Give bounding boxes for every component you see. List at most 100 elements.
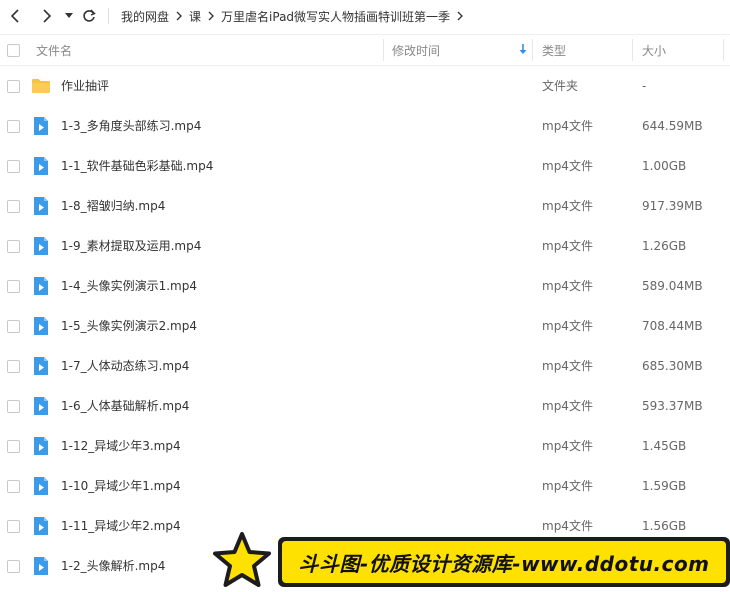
file-row[interactable]: 1-7_人体动态练习.mp4 mp4文件 685.30MB bbox=[0, 346, 730, 386]
file-name[interactable]: 1-12_异域少年3.mp4 bbox=[61, 426, 181, 466]
breadcrumb-separator-icon bbox=[457, 11, 463, 21]
watermark-box: 斗斗图-优质设计资源库-www.ddotu.com bbox=[278, 537, 730, 587]
row-checkbox[interactable] bbox=[7, 240, 20, 253]
row-checkbox[interactable] bbox=[7, 560, 20, 573]
file-name[interactable]: 1-11_异域少年2.mp4 bbox=[61, 506, 181, 546]
breadcrumb-separator-icon bbox=[176, 11, 182, 21]
back-button[interactable] bbox=[4, 5, 26, 27]
breadcrumb-item-course[interactable]: 课 bbox=[189, 8, 201, 25]
star-icon bbox=[213, 532, 271, 587]
file-name[interactable]: 1-9_素材提取及运用.mp4 bbox=[61, 226, 201, 266]
file-row[interactable]: 1-6_人体基础解析.mp4 mp4文件 593.37MB bbox=[0, 386, 730, 426]
video-file-icon bbox=[31, 236, 51, 256]
row-checkbox[interactable] bbox=[7, 360, 20, 373]
file-size: 1.45GB bbox=[642, 439, 687, 453]
row-checkbox[interactable] bbox=[7, 200, 20, 213]
caret-down-icon bbox=[65, 13, 73, 18]
file-name[interactable]: 1-8_褶皱归纳.mp4 bbox=[61, 186, 165, 226]
row-checkbox[interactable] bbox=[7, 80, 20, 93]
video-file-icon bbox=[31, 356, 51, 376]
file-type: mp4文件 bbox=[542, 279, 593, 293]
row-checkbox[interactable] bbox=[7, 160, 20, 173]
video-file-icon bbox=[31, 156, 51, 176]
file-type: 文件夹 bbox=[542, 79, 579, 93]
row-checkbox[interactable] bbox=[7, 520, 20, 533]
row-checkbox[interactable] bbox=[7, 320, 20, 333]
video-file-icon bbox=[31, 436, 51, 456]
file-row[interactable]: 1-9_素材提取及运用.mp4 mp4文件 1.26GB bbox=[0, 226, 730, 266]
video-file-icon bbox=[31, 396, 51, 416]
column-header-type[interactable]: 类型 bbox=[542, 35, 566, 65]
file-row[interactable]: 1-5_头像实例演示2.mp4 mp4文件 708.44MB bbox=[0, 306, 730, 346]
file-size: 685.30MB bbox=[642, 359, 703, 373]
file-name[interactable]: 1-7_人体动态练习.mp4 bbox=[61, 346, 189, 386]
watermark-text: 斗斗图-优质设计资源库-www.ddotu.com bbox=[298, 551, 710, 576]
file-row[interactable]: 1-3_多角度头部练习.mp4 mp4文件 644.59MB bbox=[0, 106, 730, 146]
file-row[interactable]: 1-8_褶皱归纳.mp4 mp4文件 917.39MB bbox=[0, 186, 730, 226]
video-file-icon bbox=[31, 316, 51, 336]
video-file-icon bbox=[31, 556, 51, 576]
file-name[interactable]: 1-5_头像实例演示2.mp4 bbox=[61, 306, 197, 346]
navigation-bar: 我的网盘 课 万里虐名iPad微写实人物插画特训班第一季 bbox=[0, 0, 730, 32]
breadcrumb-item-root[interactable]: 我的网盘 bbox=[121, 8, 169, 25]
file-name[interactable]: 1-2_头像解析.mp4 bbox=[61, 546, 165, 586]
file-size: - bbox=[642, 79, 647, 93]
file-type: mp4文件 bbox=[542, 159, 593, 173]
chevron-right-icon bbox=[43, 9, 52, 23]
history-dropdown-button[interactable] bbox=[62, 5, 76, 27]
file-name[interactable]: 1-6_人体基础解析.mp4 bbox=[61, 386, 189, 426]
file-row[interactable]: 1-4_头像实例演示1.mp4 mp4文件 589.04MB bbox=[0, 266, 730, 306]
nav-divider bbox=[108, 8, 109, 24]
refresh-button[interactable] bbox=[78, 5, 100, 27]
file-name[interactable]: 1-10_异域少年1.mp4 bbox=[61, 466, 181, 506]
column-header-mtime[interactable]: 修改时间 bbox=[392, 35, 440, 65]
column-divider bbox=[723, 39, 724, 61]
video-file-icon bbox=[31, 116, 51, 136]
breadcrumb: 我的网盘 课 万里虐名iPad微写实人物插画特训班第一季 bbox=[121, 8, 470, 25]
file-type: mp4文件 bbox=[542, 199, 593, 213]
file-type: mp4文件 bbox=[542, 439, 593, 453]
file-list: 作业抽评 文件夹 - 1-3_多角度头部练习.mp4 mp4文件 644.59MB 1-1_… bbox=[0, 66, 730, 586]
file-type: mp4文件 bbox=[542, 119, 593, 133]
file-type: mp4文件 bbox=[542, 319, 593, 333]
column-header-name[interactable]: 文件名 bbox=[36, 35, 72, 65]
file-type: mp4文件 bbox=[542, 359, 593, 373]
file-name[interactable]: 1-1_软件基础色彩基础.mp4 bbox=[61, 146, 213, 186]
file-row[interactable]: 1-12_异域少年3.mp4 mp4文件 1.45GB bbox=[0, 426, 730, 466]
file-type: mp4文件 bbox=[542, 239, 593, 253]
sort-descending-icon bbox=[519, 44, 527, 58]
file-size: 644.59MB bbox=[642, 119, 703, 133]
file-type: mp4文件 bbox=[542, 399, 593, 413]
row-checkbox[interactable] bbox=[7, 280, 20, 293]
column-divider bbox=[632, 39, 633, 61]
folder-icon bbox=[31, 76, 51, 96]
row-checkbox[interactable] bbox=[7, 400, 20, 413]
row-checkbox[interactable] bbox=[7, 440, 20, 453]
file-size: 1.00GB bbox=[642, 159, 687, 173]
file-name[interactable]: 作业抽评 bbox=[61, 66, 109, 106]
file-row[interactable]: 作业抽评 文件夹 - bbox=[0, 66, 730, 106]
video-file-icon bbox=[31, 516, 51, 536]
refresh-icon bbox=[83, 9, 96, 22]
row-checkbox[interactable] bbox=[7, 480, 20, 493]
watermark-inner: 斗斗图-优质设计资源库-www.ddotu.com bbox=[282, 541, 726, 583]
column-divider bbox=[532, 39, 533, 61]
file-row[interactable]: 1-10_异域少年1.mp4 mp4文件 1.59GB bbox=[0, 466, 730, 506]
file-list-header: 文件名 修改时间 类型 大小 bbox=[0, 34, 730, 66]
file-size: 708.44MB bbox=[642, 319, 703, 333]
forward-button[interactable] bbox=[36, 5, 58, 27]
file-size: 1.26GB bbox=[642, 239, 687, 253]
row-checkbox[interactable] bbox=[7, 120, 20, 133]
file-type: mp4文件 bbox=[542, 479, 593, 493]
file-name[interactable]: 1-3_多角度头部练习.mp4 bbox=[61, 106, 201, 146]
video-file-icon bbox=[31, 476, 51, 496]
watermark-banner: 斗斗图-优质设计资源库-www.ddotu.com bbox=[210, 530, 730, 592]
file-size: 593.37MB bbox=[642, 399, 703, 413]
breadcrumb-item-current[interactable]: 万里虐名iPad微写实人物插画特训班第一季 bbox=[221, 8, 450, 25]
select-all-checkbox[interactable] bbox=[7, 44, 20, 57]
column-header-size[interactable]: 大小 bbox=[642, 35, 666, 65]
file-row[interactable]: 1-1_软件基础色彩基础.mp4 mp4文件 1.00GB bbox=[0, 146, 730, 186]
column-divider bbox=[383, 39, 384, 61]
breadcrumb-separator-icon bbox=[208, 11, 214, 21]
file-name[interactable]: 1-4_头像实例演示1.mp4 bbox=[61, 266, 197, 306]
